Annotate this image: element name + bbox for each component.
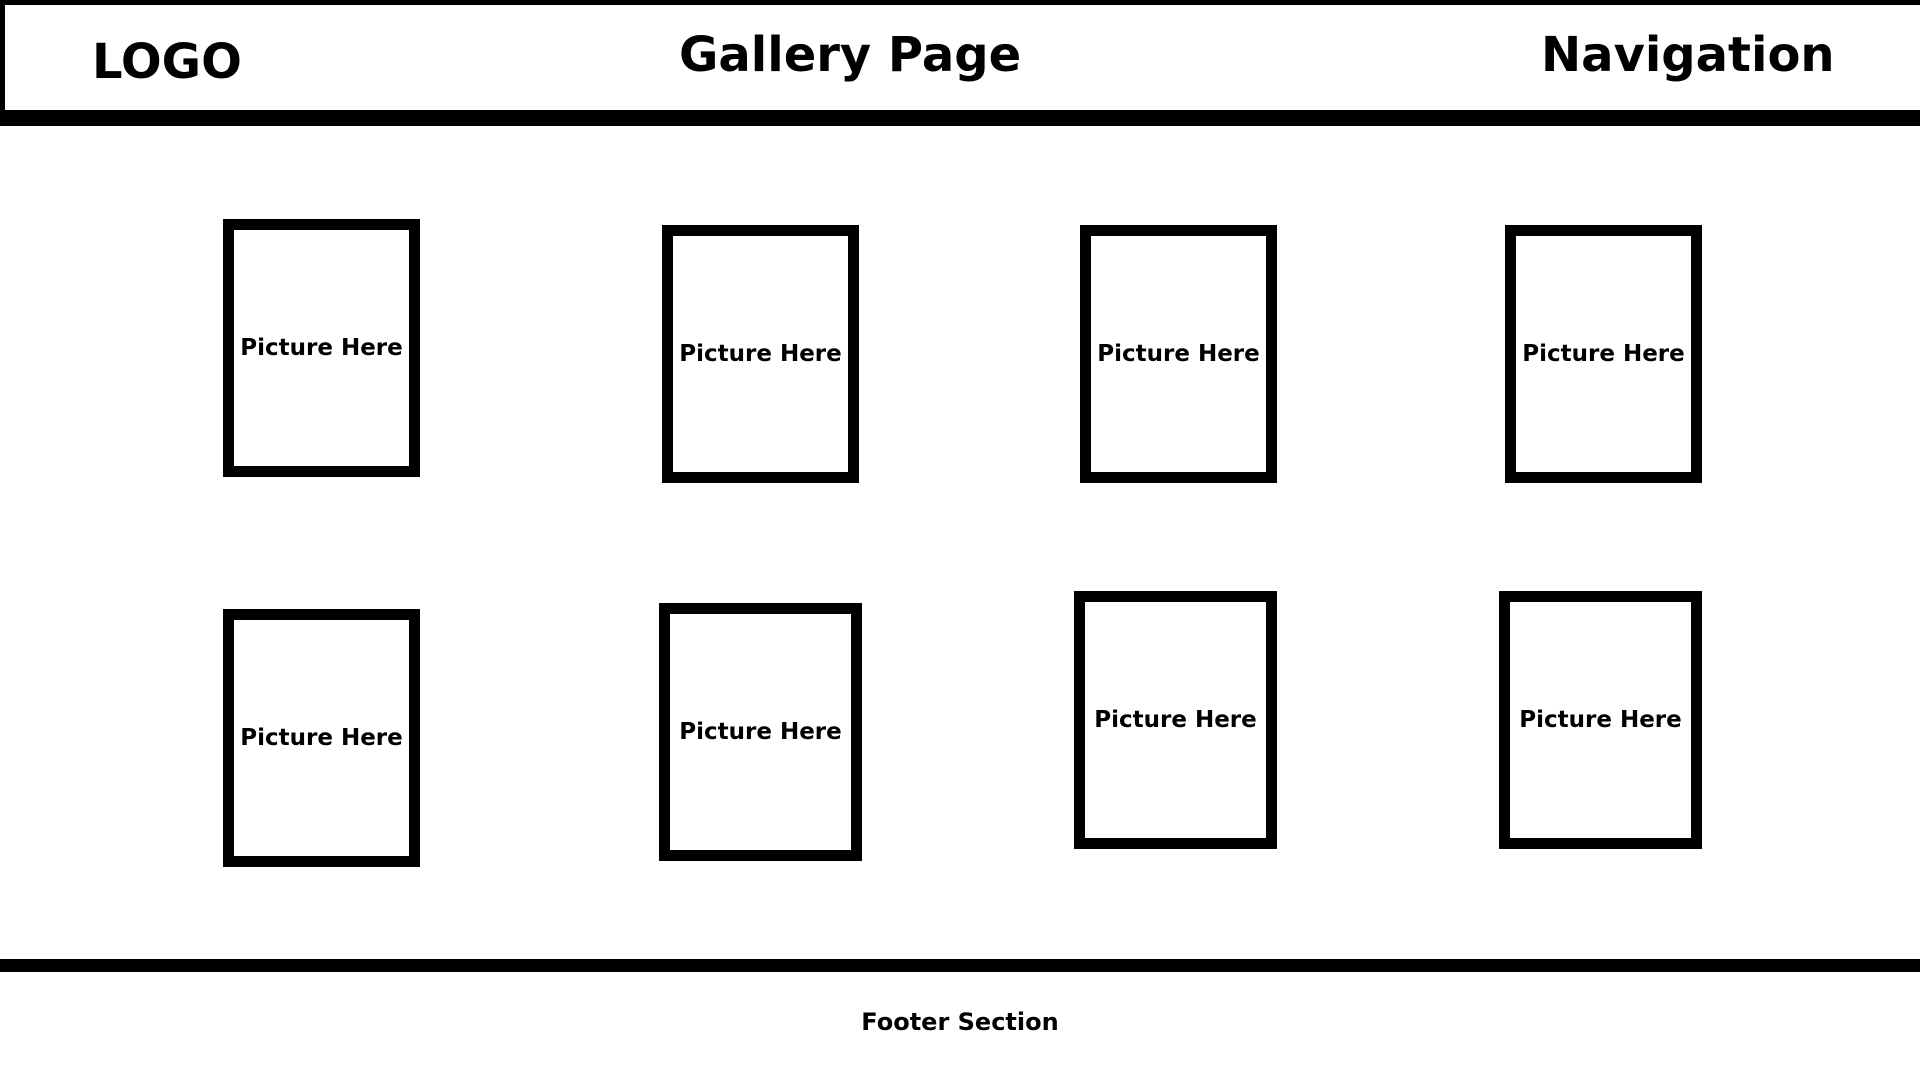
picture-placeholder-label: Picture Here bbox=[679, 719, 842, 745]
picture-placeholder[interactable]: Picture Here bbox=[1499, 591, 1702, 849]
footer-divider bbox=[0, 959, 1920, 972]
footer-section: Footer Section bbox=[861, 1008, 1059, 1036]
picture-placeholder-label: Picture Here bbox=[679, 341, 842, 367]
navigation-menu[interactable]: Navigation bbox=[1541, 31, 1835, 79]
picture-placeholder[interactable]: Picture Here bbox=[223, 219, 420, 477]
picture-placeholder[interactable]: Picture Here bbox=[1074, 591, 1277, 849]
picture-placeholder-label: Picture Here bbox=[1094, 707, 1257, 733]
picture-placeholder-label: Picture Here bbox=[240, 335, 403, 361]
page-title: Gallery Page bbox=[679, 27, 1022, 83]
picture-placeholder-label: Picture Here bbox=[1522, 341, 1685, 367]
picture-placeholder[interactable]: Picture Here bbox=[659, 603, 862, 861]
picture-placeholder[interactable]: Picture Here bbox=[662, 225, 859, 483]
picture-placeholder-label: Picture Here bbox=[1097, 341, 1260, 367]
picture-placeholder[interactable]: Picture Here bbox=[223, 609, 420, 867]
picture-placeholder[interactable]: Picture Here bbox=[1505, 225, 1702, 483]
logo[interactable]: LOGO bbox=[92, 38, 242, 86]
picture-placeholder-label: Picture Here bbox=[1519, 707, 1682, 733]
picture-placeholder[interactable]: Picture Here bbox=[1080, 225, 1277, 483]
picture-placeholder-label: Picture Here bbox=[240, 725, 403, 751]
